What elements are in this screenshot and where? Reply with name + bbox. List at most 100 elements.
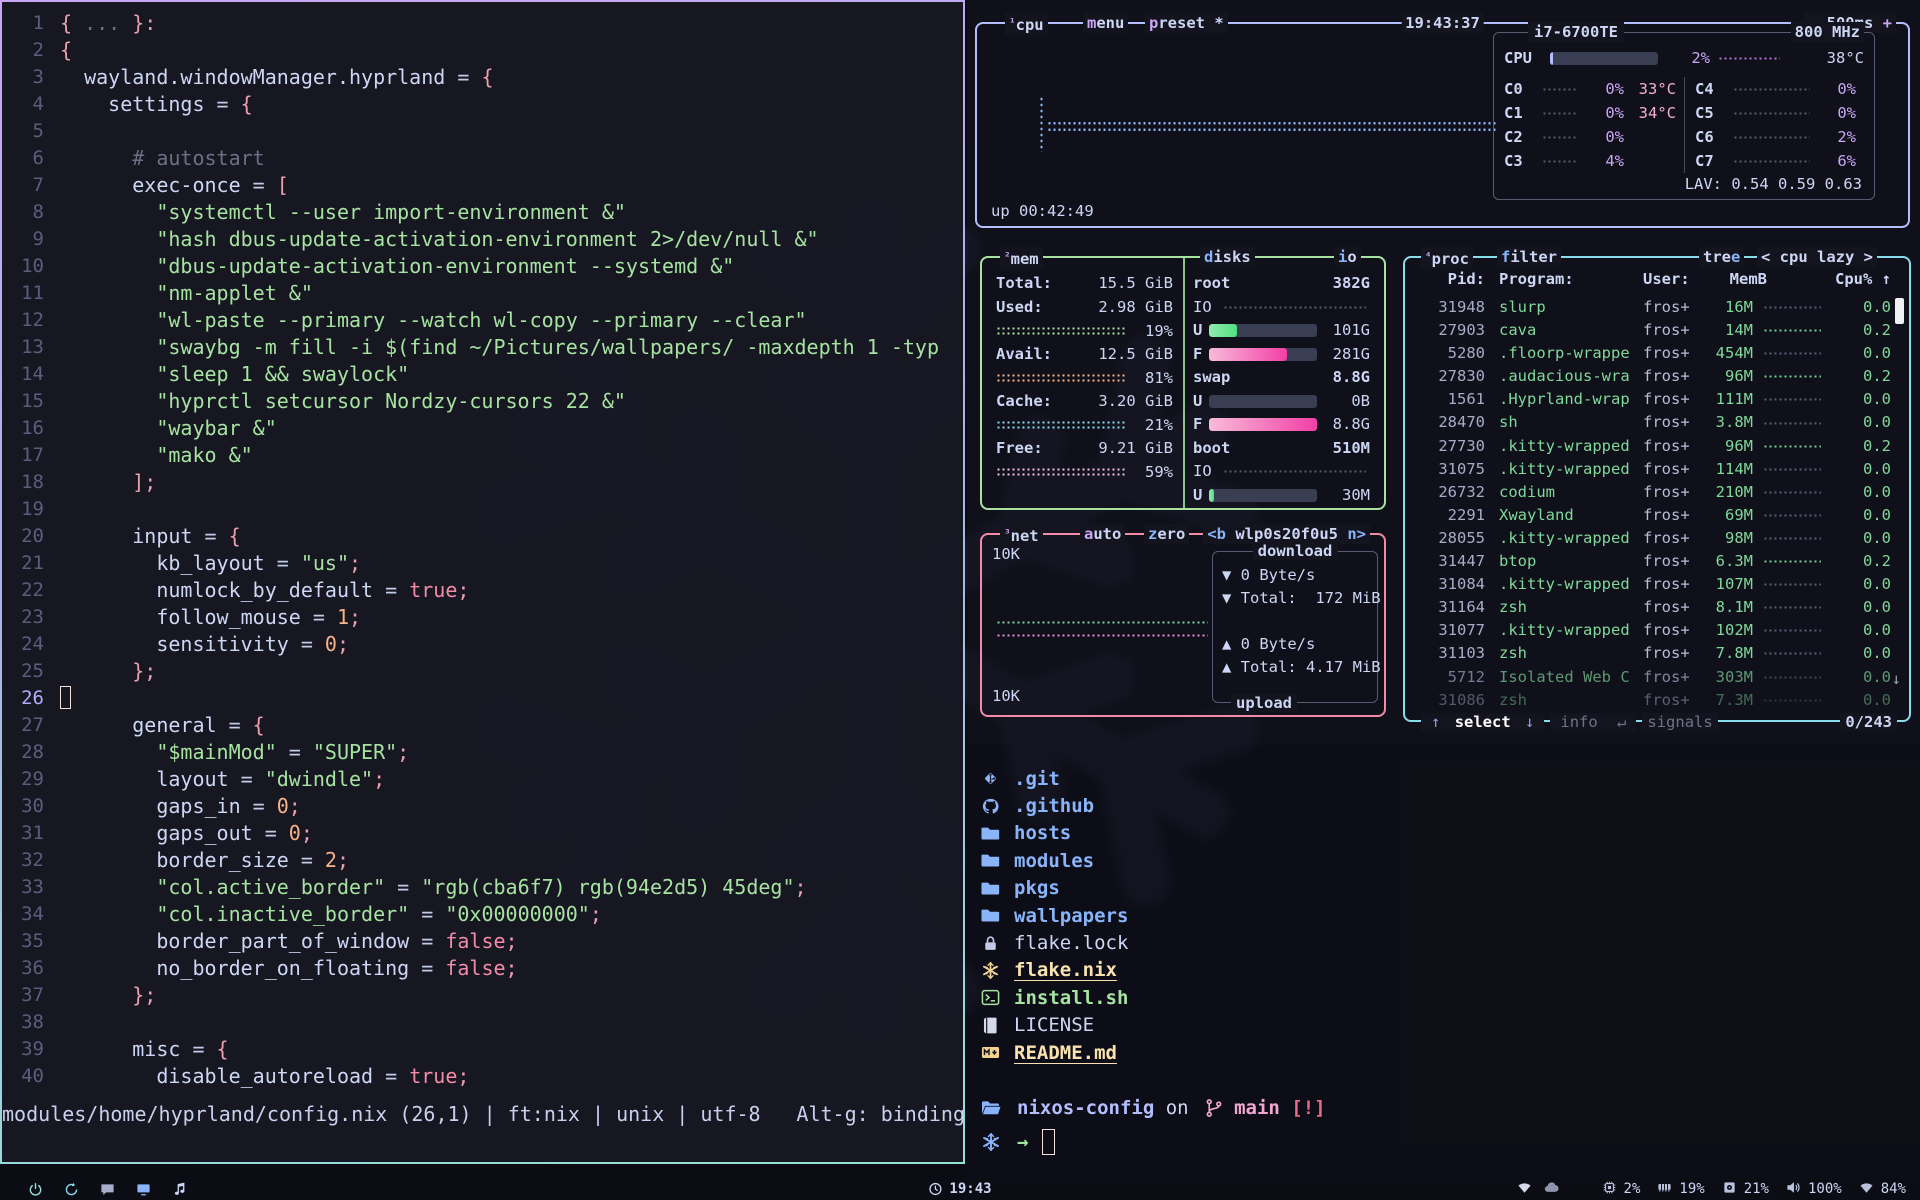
- restart-icon[interactable]: [64, 1182, 79, 1197]
- process-row[interactable]: 31084.kitty-wrappedfros+107M0.0: [1405, 573, 1909, 596]
- editor-line[interactable]: 5: [2, 118, 963, 145]
- editor-line[interactable]: 37};: [2, 982, 963, 1009]
- markdown-icon: [981, 1044, 1003, 1062]
- editor-line[interactable]: 26: [2, 685, 963, 712]
- prompt-input-line[interactable]: →: [981, 1129, 1055, 1155]
- editor-line[interactable]: 6# autostart: [2, 145, 963, 172]
- music-icon[interactable]: [172, 1182, 187, 1197]
- net-scale-bottom: 10K: [992, 687, 1020, 705]
- tab-cpu[interactable]: ¹cpu: [1005, 13, 1048, 35]
- io-toggle[interactable]: io: [1334, 247, 1361, 267]
- editor-line[interactable]: 25};: [2, 658, 963, 685]
- cpu-core-row: C76%: [1695, 149, 1856, 173]
- editor-line[interactable]: 21kb_layout = "us";: [2, 550, 963, 577]
- process-row[interactable]: 31103zshfros+7.8M0.0: [1405, 642, 1909, 665]
- editor-line[interactable]: 11"nm-applet &": [2, 280, 963, 307]
- display-icon[interactable]: [136, 1182, 151, 1197]
- cloud-icon[interactable]: [1544, 1180, 1559, 1199]
- process-row[interactable]: 27730.kitty-wrappedfros+96M0.2: [1405, 435, 1909, 458]
- editor-lines[interactable]: 1{ ... }:2{3wayland.windowManager.hyprla…: [2, 10, 963, 1090]
- process-row[interactable]: 5280.floorp-wrappefros+454M0.0: [1405, 342, 1909, 365]
- editor-line[interactable]: 39misc = {: [2, 1036, 963, 1063]
- process-row[interactable]: 2291Xwaylandfros+69M0.0: [1405, 504, 1909, 527]
- editor-line[interactable]: 31gaps_out = 0;: [2, 820, 963, 847]
- editor-line[interactable]: 17"mako &": [2, 442, 963, 469]
- editor-line[interactable]: 35border_part_of_window = false;: [2, 928, 963, 955]
- editor-line[interactable]: 28"$mainMod" = "SUPER";: [2, 739, 963, 766]
- editor-line[interactable]: 36no_border_on_floating = false;: [2, 955, 963, 982]
- editor-line[interactable]: 12"wl-paste --primary --watch wl-copy --…: [2, 307, 963, 334]
- editor-line[interactable]: 13"swaybg -m fill -i $(find ~/Pictures/w…: [2, 334, 963, 361]
- editor-line[interactable]: 34"col.inactive_border" = "0x00000000";: [2, 901, 963, 928]
- process-row[interactable]: 31447btopfros+6.3M0.2: [1405, 550, 1909, 573]
- power-icon[interactable]: [28, 1182, 43, 1197]
- editor-line[interactable]: 27general = {: [2, 712, 963, 739]
- process-row[interactable]: 27830.audacious-wrafros+96M0.2: [1405, 365, 1909, 388]
- editor-line[interactable]: 1{ ... }:: [2, 10, 963, 37]
- editor-line[interactable]: 22numlock_by_default = true;: [2, 577, 963, 604]
- proc-sort-selector[interactable]: < cpu lazy >: [1757, 247, 1877, 267]
- editor-line[interactable]: 20input = {: [2, 523, 963, 550]
- tab-proc[interactable]: ⁴proc: [1421, 247, 1473, 269]
- chat-icon[interactable]: [100, 1182, 115, 1197]
- process-mem: 6.3M: [1697, 550, 1753, 573]
- stat-chip[interactable]: 2%: [1602, 1180, 1641, 1199]
- editor-line[interactable]: 40disable_autoreload = true;: [2, 1063, 963, 1090]
- proc-signals-button[interactable]: signals: [1642, 713, 1717, 731]
- editor-line[interactable]: 8"systemctl --user import-environment &": [2, 199, 963, 226]
- process-row[interactable]: 1561.Hyprland-wrapfros+111M0.0: [1405, 388, 1909, 411]
- proc-tree-button[interactable]: tree: [1699, 247, 1744, 267]
- proc-info-button[interactable]: info ↵: [1550, 713, 1636, 731]
- editor-line[interactable]: 2{: [2, 37, 963, 64]
- stat-disk[interactable]: 21%: [1722, 1180, 1769, 1199]
- process-row[interactable]: 28055.kitty-wrappedfros+98M0.0: [1405, 527, 1909, 550]
- proc-scrollbar-thumb[interactable]: [1895, 298, 1904, 324]
- editor-line[interactable]: 16"waybar &": [2, 415, 963, 442]
- disk-meter-row: F8.8G: [1193, 413, 1370, 437]
- editor-line[interactable]: 24sensitivity = 0;: [2, 631, 963, 658]
- editor-line[interactable]: 18];: [2, 469, 963, 496]
- token: =: [192, 524, 228, 548]
- process-row[interactable]: 31086zshfros+7.3M0.0: [1405, 689, 1909, 712]
- editor-line[interactable]: 9"hash dbus-update-activation-environmen…: [2, 226, 963, 253]
- proc-select-button[interactable]: ↑ select ↓: [1421, 713, 1544, 731]
- process-row[interactable]: 31077.kitty-wrappedfros+102M0.0: [1405, 619, 1909, 642]
- process-row[interactable]: 26732codiumfros+210M0.0: [1405, 481, 1909, 504]
- editor-line[interactable]: 4settings = {: [2, 91, 963, 118]
- editor-line[interactable]: 3wayland.windowManager.hyprland = {: [2, 64, 963, 91]
- net-zero-button[interactable]: zero: [1144, 524, 1189, 544]
- editor-line[interactable]: 10"dbus-update-activation-environment --…: [2, 253, 963, 280]
- disks-toggle[interactable]: disks: [1200, 247, 1255, 267]
- process-row[interactable]: 27903cavafros+14M0.2: [1405, 319, 1909, 342]
- tab-net[interactable]: ³net: [1000, 524, 1043, 546]
- stat-memory[interactable]: 19%: [1657, 1180, 1704, 1199]
- proc-columns-header[interactable]: Pid: Program: User: MemB Cpu% ↑: [1417, 270, 1891, 288]
- process-row[interactable]: 28470shfros+3.8M0.0: [1405, 411, 1909, 434]
- wifi-icon[interactable]: [1517, 1180, 1532, 1199]
- preset-button[interactable]: preset *: [1145, 13, 1228, 33]
- process-row[interactable]: 31948slurpfros+16M0.0: [1405, 296, 1909, 319]
- net-interface-switcher[interactable]: <b wlp0s20f0u5 n>: [1203, 524, 1370, 544]
- proc-filter-button[interactable]: filter: [1497, 247, 1561, 267]
- stat-volume[interactable]: 100%: [1786, 1180, 1842, 1199]
- editor-line[interactable]: 19: [2, 496, 963, 523]
- editor-line[interactable]: 14"sleep 1 && swaylock": [2, 361, 963, 388]
- taskbar-clock-module[interactable]: 19:43: [928, 1181, 991, 1197]
- token: =: [217, 713, 253, 737]
- editor-line[interactable]: 23follow_mouse = 1;: [2, 604, 963, 631]
- editor-line[interactable]: 38: [2, 1009, 963, 1036]
- cpu-total-row: CPU 2% 38°C: [1504, 49, 1864, 67]
- tab-mem[interactable]: ²mem: [1000, 247, 1043, 269]
- process-row[interactable]: 31164zshfros+8.1M0.0: [1405, 596, 1909, 619]
- process-row[interactable]: 5712Isolated Web Cfros+303M0.0: [1405, 666, 1909, 689]
- editor-line[interactable]: 32border_size = 2;: [2, 847, 963, 874]
- editor-line[interactable]: 29layout = "dwindle";: [2, 766, 963, 793]
- editor-line[interactable]: 15"hyprctl setcursor Nordzy-cursors 22 &…: [2, 388, 963, 415]
- net-auto-button[interactable]: auto: [1080, 524, 1125, 544]
- editor-line[interactable]: 30gaps_in = 0;: [2, 793, 963, 820]
- editor-line[interactable]: 7exec-once = [: [2, 172, 963, 199]
- stat-wifi[interactable]: 84%: [1859, 1180, 1906, 1199]
- process-row[interactable]: 31075.kitty-wrappedfros+114M0.0: [1405, 458, 1909, 481]
- menu-button[interactable]: menu: [1083, 13, 1128, 33]
- editor-line[interactable]: 33"col.active_border" = "rgb(cba6f7) rgb…: [2, 874, 963, 901]
